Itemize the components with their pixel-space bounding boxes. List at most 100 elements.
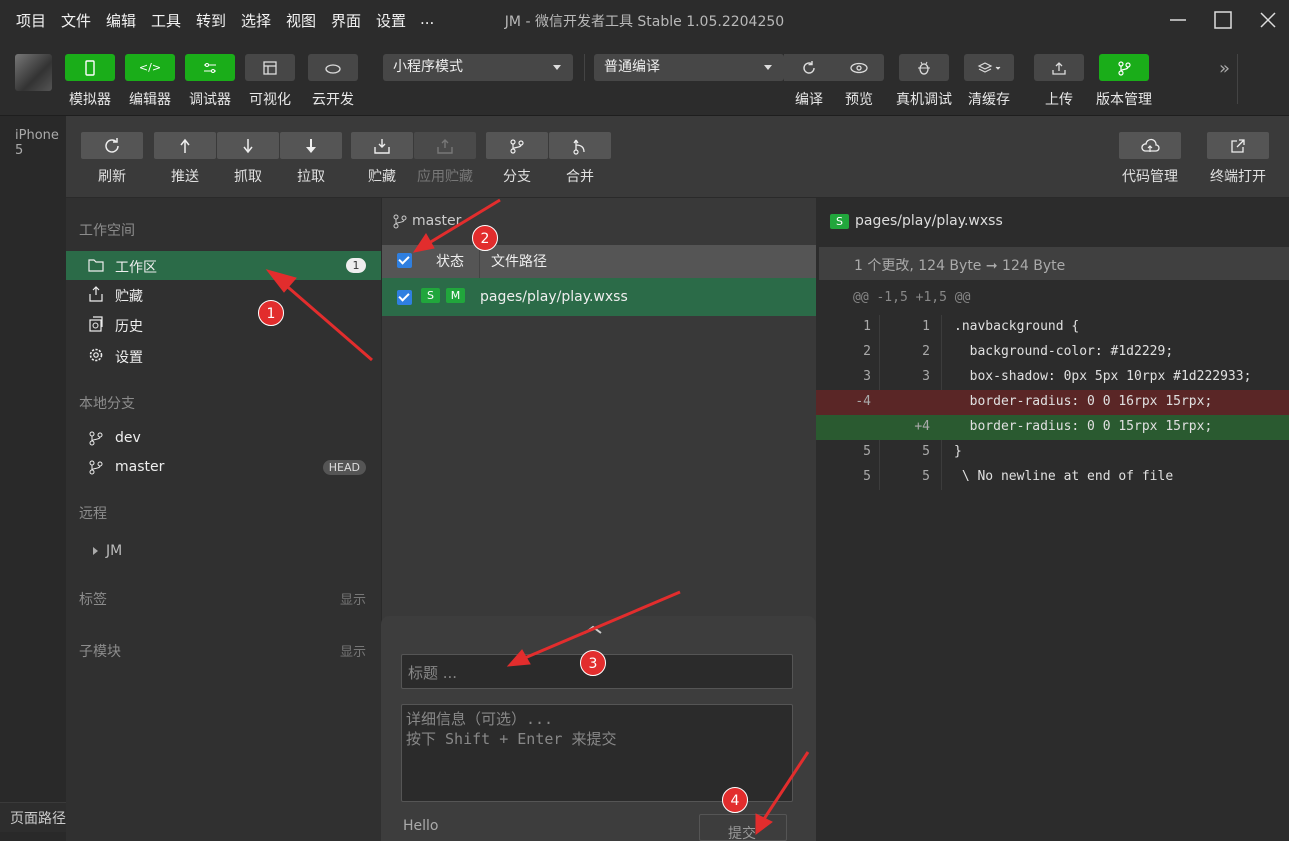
simulator-strip: iPhone 5 页面路径: [0, 116, 66, 841]
sidebar-item-stash[interactable]: 贮藏: [66, 280, 381, 309]
branch-name: master: [115, 459, 165, 475]
mode-select-value: 小程序模式: [393, 59, 463, 75]
upload-button[interactable]: [1034, 54, 1084, 81]
eye-icon: [850, 62, 868, 73]
code-icon: </>: [138, 61, 162, 74]
mode-select[interactable]: 小程序模式: [383, 54, 573, 81]
branch-icon: [392, 213, 408, 229]
diff-line: 1 1 .navbackground {: [816, 315, 1289, 340]
refresh-icon: [105, 137, 119, 153]
file-checkbox[interactable]: [397, 290, 412, 305]
change-count-badge: 1: [346, 258, 366, 273]
diff-line: 5 5 \ No newline at end of file: [816, 465, 1289, 490]
visual-button[interactable]: [245, 54, 295, 81]
sidebar-item-label: 历史: [115, 319, 143, 335]
page-path-label: 页面路径: [10, 811, 66, 827]
hunk-header: @@ -1,5 +1,5 @@: [853, 290, 971, 305]
avatar[interactable]: [15, 54, 52, 91]
compile-label: 编译: [795, 92, 823, 108]
caret-right-icon: [93, 547, 98, 555]
real-debug-button[interactable]: [899, 54, 949, 81]
push-label: 推送: [171, 169, 199, 185]
editor-button[interactable]: </>: [125, 54, 175, 81]
caret-down-icon: [764, 65, 772, 70]
new-line-number: 5: [922, 469, 930, 484]
refresh-button[interactable]: [81, 132, 143, 159]
minimize-icon[interactable]: [1166, 8, 1190, 32]
branch-icon: [510, 138, 524, 154]
fetch-icon: [243, 138, 253, 153]
bug-icon: [918, 61, 930, 75]
fetch-button[interactable]: [217, 132, 279, 159]
history-icon: [88, 316, 104, 332]
double-chevron-right-icon[interactable]: »: [1219, 58, 1230, 79]
new-line-number: 2: [922, 344, 930, 359]
device-label[interactable]: iPhone 5: [15, 128, 66, 158]
version-button[interactable]: [1099, 54, 1149, 81]
new-line-number: 5: [922, 444, 930, 459]
code-text: border-radius: 0 0 16rpx 15rpx;: [954, 394, 1213, 409]
layers-icon: [977, 61, 1001, 73]
apply-stash-button[interactable]: [414, 132, 476, 159]
branch-item-master[interactable]: master HEAD: [66, 453, 381, 482]
submit-label: 提交: [728, 826, 756, 841]
current-branch: master: [412, 213, 462, 229]
sidebar-item-history[interactable]: 历史: [66, 310, 381, 339]
status-column-header: 状态: [436, 254, 464, 270]
merge-icon: [573, 139, 585, 155]
pull-icon: [306, 138, 316, 153]
clear-cache-label: 清缓存: [968, 92, 1010, 108]
refresh-icon: [803, 60, 815, 74]
branch-button[interactable]: [486, 132, 548, 159]
chevron-up-icon[interactable]: [581, 620, 605, 634]
workspace-section-title: 工作空间: [79, 223, 135, 239]
select-all-checkbox[interactable]: [397, 253, 412, 268]
debugger-button[interactable]: [185, 54, 235, 81]
apply-stash-icon: [437, 138, 453, 154]
code-management-button[interactable]: [1119, 132, 1181, 159]
stash-button[interactable]: [351, 132, 413, 159]
code-text: \ No newline at end of file: [954, 469, 1174, 484]
maximize-icon[interactable]: [1211, 8, 1235, 32]
submit-button[interactable]: 提交: [699, 814, 787, 841]
editor-label: 编辑器: [129, 92, 171, 108]
compile-mode-select[interactable]: 普通编译: [594, 54, 784, 81]
remote-item-jm[interactable]: JM: [66, 537, 381, 566]
diff-summary: 1 个更改, 124 Byte ➞ 124 Byte: [854, 258, 1066, 274]
file-path: pages/play/play.wxss: [480, 289, 628, 305]
submodules-show-link[interactable]: 显示: [340, 641, 366, 660]
cloud-upload-icon: [1141, 138, 1160, 152]
annotation-marker-4: 4: [722, 787, 748, 813]
sidebar-item-settings[interactable]: 设置: [66, 341, 381, 370]
sidebar-item-workspace[interactable]: 工作区 1: [66, 251, 381, 280]
merge-button[interactable]: [549, 132, 611, 159]
commit-panel: 标题 ... 详细信息（可选）... 按下 Shift + Enter 来提交 …: [381, 616, 816, 841]
terminal-open-button[interactable]: [1207, 132, 1269, 159]
tags-section-title: 标签: [79, 592, 107, 608]
clear-cache-button[interactable]: [964, 54, 1014, 81]
code-text: }: [954, 444, 962, 459]
debugger-label: 调试器: [189, 92, 231, 108]
close-icon[interactable]: [1256, 8, 1280, 32]
push-button[interactable]: [154, 132, 216, 159]
cloud-button[interactable]: [308, 54, 358, 81]
upload-icon: [1052, 61, 1066, 75]
preview-button[interactable]: [834, 54, 884, 81]
window-title: JM - 微信开发者工具 Stable 1.05.2204250: [504, 14, 785, 30]
preview-label: 预览: [845, 92, 873, 108]
new-line-number: 3: [922, 369, 930, 384]
code-text: .navbackground {: [954, 319, 1080, 334]
new-line-number: +4: [914, 419, 930, 434]
diff-line: -4 border-radius: 0 0 16rpx 15rpx;: [816, 390, 1289, 415]
pull-button[interactable]: [280, 132, 342, 159]
compile-button[interactable]: [784, 54, 834, 81]
tags-show-link[interactable]: 显示: [340, 589, 366, 608]
head-badge: HEAD: [322, 460, 366, 475]
branch-item-dev[interactable]: dev: [66, 424, 381, 453]
simulator-button[interactable]: [65, 54, 115, 81]
compile-mode-value: 普通编译: [604, 59, 660, 75]
old-line-number: 2: [863, 344, 871, 359]
divider: [1237, 54, 1238, 104]
cloud-label: 云开发: [312, 92, 354, 108]
code-management-label: 代码管理: [1122, 169, 1178, 185]
